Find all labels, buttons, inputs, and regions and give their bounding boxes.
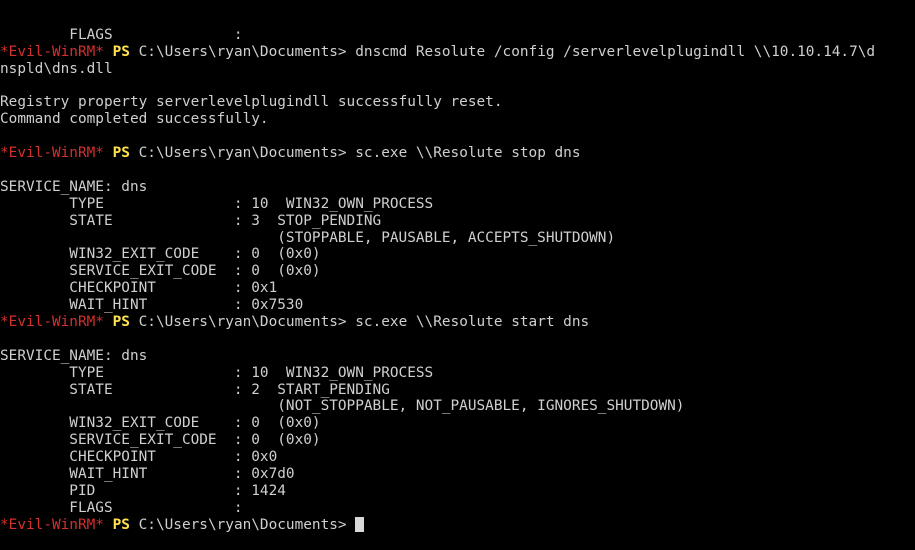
output-line: WAIT_HINT : 0x7530 [0, 297, 304, 314]
output-line: (NOT_STOPPABLE, NOT_PAUSABLE, IGNORES_SH… [0, 398, 685, 415]
prompt-path: C:\Users\ryan\Documents> [138, 43, 347, 60]
prompt-line: *Evil-WinRM* PS C:\Users\ryan\Documents>… [0, 145, 915, 162]
prompt-tag: *Evil-WinRM* [0, 145, 104, 162]
output-line: SERVICE_EXIT_CODE : 0 (0x0) [0, 263, 321, 280]
output-line: TYPE : 10 WIN32_OWN_PROCESS [0, 195, 434, 212]
terminal-window[interactable]: FLAGS : *Evil-WinRM* PS C:\Users\ryan\Doc… [0, 0, 915, 550]
prompt-ps: PS [112, 145, 130, 162]
output-line: SERVICE_EXIT_CODE : 0 (0x0) [0, 432, 321, 449]
output-line: (STOPPABLE, PAUSABLE, ACCEPTS_SHUTDOWN) [0, 229, 616, 246]
output-line: nspld\dns.dll [0, 60, 113, 77]
prompt-path: C:\Users\ryan\Documents> [138, 313, 347, 330]
prompt-tag: *Evil-WinRM* [0, 313, 104, 330]
output-line: WAIT_HINT : 0x7d0 [0, 465, 295, 482]
command-text: sc.exe \\Resolute stop dns [355, 145, 581, 162]
prompt-ps: PS [112, 43, 130, 60]
prompt-tag: *Evil-WinRM* [0, 516, 104, 533]
output-line: FLAGS : [0, 499, 243, 516]
prompt-ps: PS [112, 313, 130, 330]
output-line: Command completed successfully. [0, 111, 269, 128]
output-line: SERVICE_NAME: dns [0, 347, 148, 364]
output-line: WIN32_EXIT_CODE : 0 (0x0) [0, 246, 321, 263]
terminal-output: FLAGS : *Evil-WinRM* PS C:\Users\ryan\Doc… [0, 27, 915, 534]
output-line: TYPE : 10 WIN32_OWN_PROCESS [0, 364, 434, 381]
output-line: Registry property serverlevelplugindll s… [0, 94, 503, 111]
prompt-tag: *Evil-WinRM* [0, 43, 104, 60]
prompt-path: C:\Users\ryan\Documents> [138, 145, 347, 162]
prompt-line: *Evil-WinRM* PS C:\Users\ryan\Documents> [0, 516, 915, 534]
output-line: WIN32_EXIT_CODE : 0 (0x0) [0, 415, 321, 432]
command-text: dnscmd Resolute /config /serverlevelplug… [355, 43, 876, 60]
prompt-line: *Evil-WinRM* PS C:\Users\ryan\Documents>… [0, 44, 915, 61]
output-line: CHECKPOINT : 0x1 [0, 280, 278, 297]
output-line: PID : 1424 [0, 482, 286, 499]
prompt-line: *Evil-WinRM* PS C:\Users\ryan\Documents>… [0, 314, 915, 331]
prompt-path: C:\Users\ryan\Documents> [138, 516, 347, 533]
output-line: SERVICE_NAME: dns [0, 178, 148, 195]
prompt-ps: PS [112, 516, 130, 533]
output-line: STATE : 3 STOP_PENDING [0, 212, 382, 229]
output-line: STATE : 2 START_PENDING [0, 381, 390, 398]
command-text: sc.exe \\Resolute start dns [355, 313, 590, 330]
output-line: CHECKPOINT : 0x0 [0, 449, 278, 466]
output-line: FLAGS : [0, 26, 243, 43]
